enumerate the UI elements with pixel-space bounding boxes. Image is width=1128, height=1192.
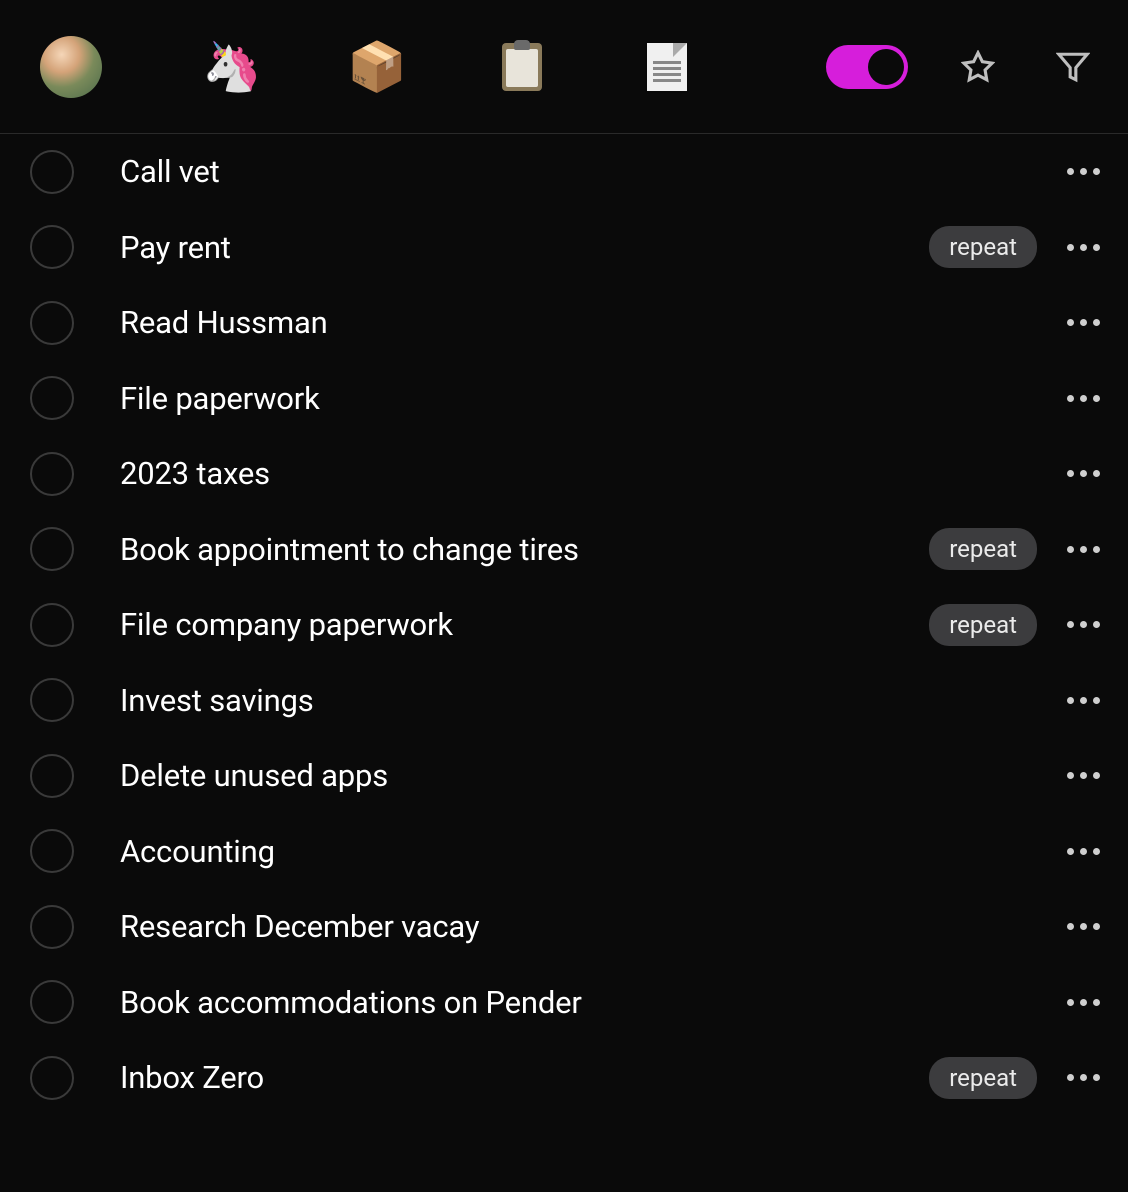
task-title: Book appointment to change tires <box>120 531 929 568</box>
task-title: Pay rent <box>120 229 929 266</box>
unicorn-icon[interactable]: 🦄 <box>207 42 257 92</box>
task-row[interactable]: Pay rentrepeat <box>0 210 1128 286</box>
star-icon[interactable] <box>953 42 1003 92</box>
task-row[interactable]: Call vet <box>0 134 1128 210</box>
task-row[interactable]: Research December vacay <box>0 889 1128 965</box>
task-row[interactable]: Read Hussman <box>0 285 1128 361</box>
more-icon[interactable] <box>1059 613 1100 636</box>
header-filter-icons: 🦄 📦 <box>207 42 806 92</box>
more-icon[interactable] <box>1059 915 1100 938</box>
task-checkbox[interactable] <box>30 1056 74 1100</box>
header-right-controls <box>826 42 1098 92</box>
task-title: 2023 taxes <box>120 455 1059 492</box>
task-title: Call vet <box>120 153 1059 190</box>
task-row[interactable]: File company paperworkrepeat <box>0 587 1128 663</box>
more-icon[interactable] <box>1059 840 1100 863</box>
task-title: Read Hussman <box>120 304 1059 341</box>
avatar[interactable] <box>40 36 102 98</box>
task-checkbox[interactable] <box>30 527 74 571</box>
task-title: Delete unused apps <box>120 757 1059 794</box>
task-checkbox[interactable] <box>30 225 74 269</box>
task-row[interactable]: Invest savings <box>0 663 1128 739</box>
more-icon[interactable] <box>1059 689 1100 712</box>
task-title: Accounting <box>120 833 1059 870</box>
box-icon[interactable]: 📦 <box>352 42 402 92</box>
header-bar: 🦄 📦 <box>0 0 1128 134</box>
task-row[interactable]: 2023 taxes <box>0 436 1128 512</box>
task-checkbox[interactable] <box>30 905 74 949</box>
task-checkbox[interactable] <box>30 829 74 873</box>
repeat-badge: repeat <box>929 604 1037 646</box>
task-title: Invest savings <box>120 682 1059 719</box>
document-icon[interactable] <box>642 42 692 92</box>
more-icon[interactable] <box>1059 991 1100 1014</box>
task-row[interactable]: Book appointment to change tiresrepeat <box>0 512 1128 588</box>
task-checkbox[interactable] <box>30 754 74 798</box>
task-row[interactable]: Accounting <box>0 814 1128 890</box>
filter-icon[interactable] <box>1048 42 1098 92</box>
task-title: Research December vacay <box>120 908 1059 945</box>
task-checkbox[interactable] <box>30 150 74 194</box>
repeat-badge: repeat <box>929 1057 1037 1099</box>
task-list: Call vetPay rentrepeatRead HussmanFile p… <box>0 134 1128 1116</box>
task-row[interactable]: Inbox Zerorepeat <box>0 1040 1128 1116</box>
repeat-badge: repeat <box>929 226 1037 268</box>
task-row[interactable]: Book accommodations on Pender <box>0 965 1128 1041</box>
task-title: File paperwork <box>120 380 1059 417</box>
task-checkbox[interactable] <box>30 678 74 722</box>
task-checkbox[interactable] <box>30 452 74 496</box>
task-row[interactable]: Delete unused apps <box>0 738 1128 814</box>
task-row[interactable]: File paperwork <box>0 361 1128 437</box>
task-checkbox[interactable] <box>30 301 74 345</box>
task-checkbox[interactable] <box>30 603 74 647</box>
more-icon[interactable] <box>1059 387 1100 410</box>
task-checkbox[interactable] <box>30 376 74 420</box>
task-title: Inbox Zero <box>120 1059 929 1096</box>
more-icon[interactable] <box>1059 538 1100 561</box>
more-icon[interactable] <box>1059 462 1100 485</box>
more-icon[interactable] <box>1059 1066 1100 1089</box>
task-title: File company paperwork <box>120 606 929 643</box>
task-title: Book accommodations on Pender <box>120 984 1059 1021</box>
more-icon[interactable] <box>1059 311 1100 334</box>
toggle-switch[interactable] <box>826 45 908 89</box>
more-icon[interactable] <box>1059 160 1100 183</box>
repeat-badge: repeat <box>929 528 1037 570</box>
toggle-knob <box>868 49 904 85</box>
task-checkbox[interactable] <box>30 980 74 1024</box>
clipboard-icon[interactable] <box>497 42 547 92</box>
more-icon[interactable] <box>1059 236 1100 259</box>
more-icon[interactable] <box>1059 764 1100 787</box>
